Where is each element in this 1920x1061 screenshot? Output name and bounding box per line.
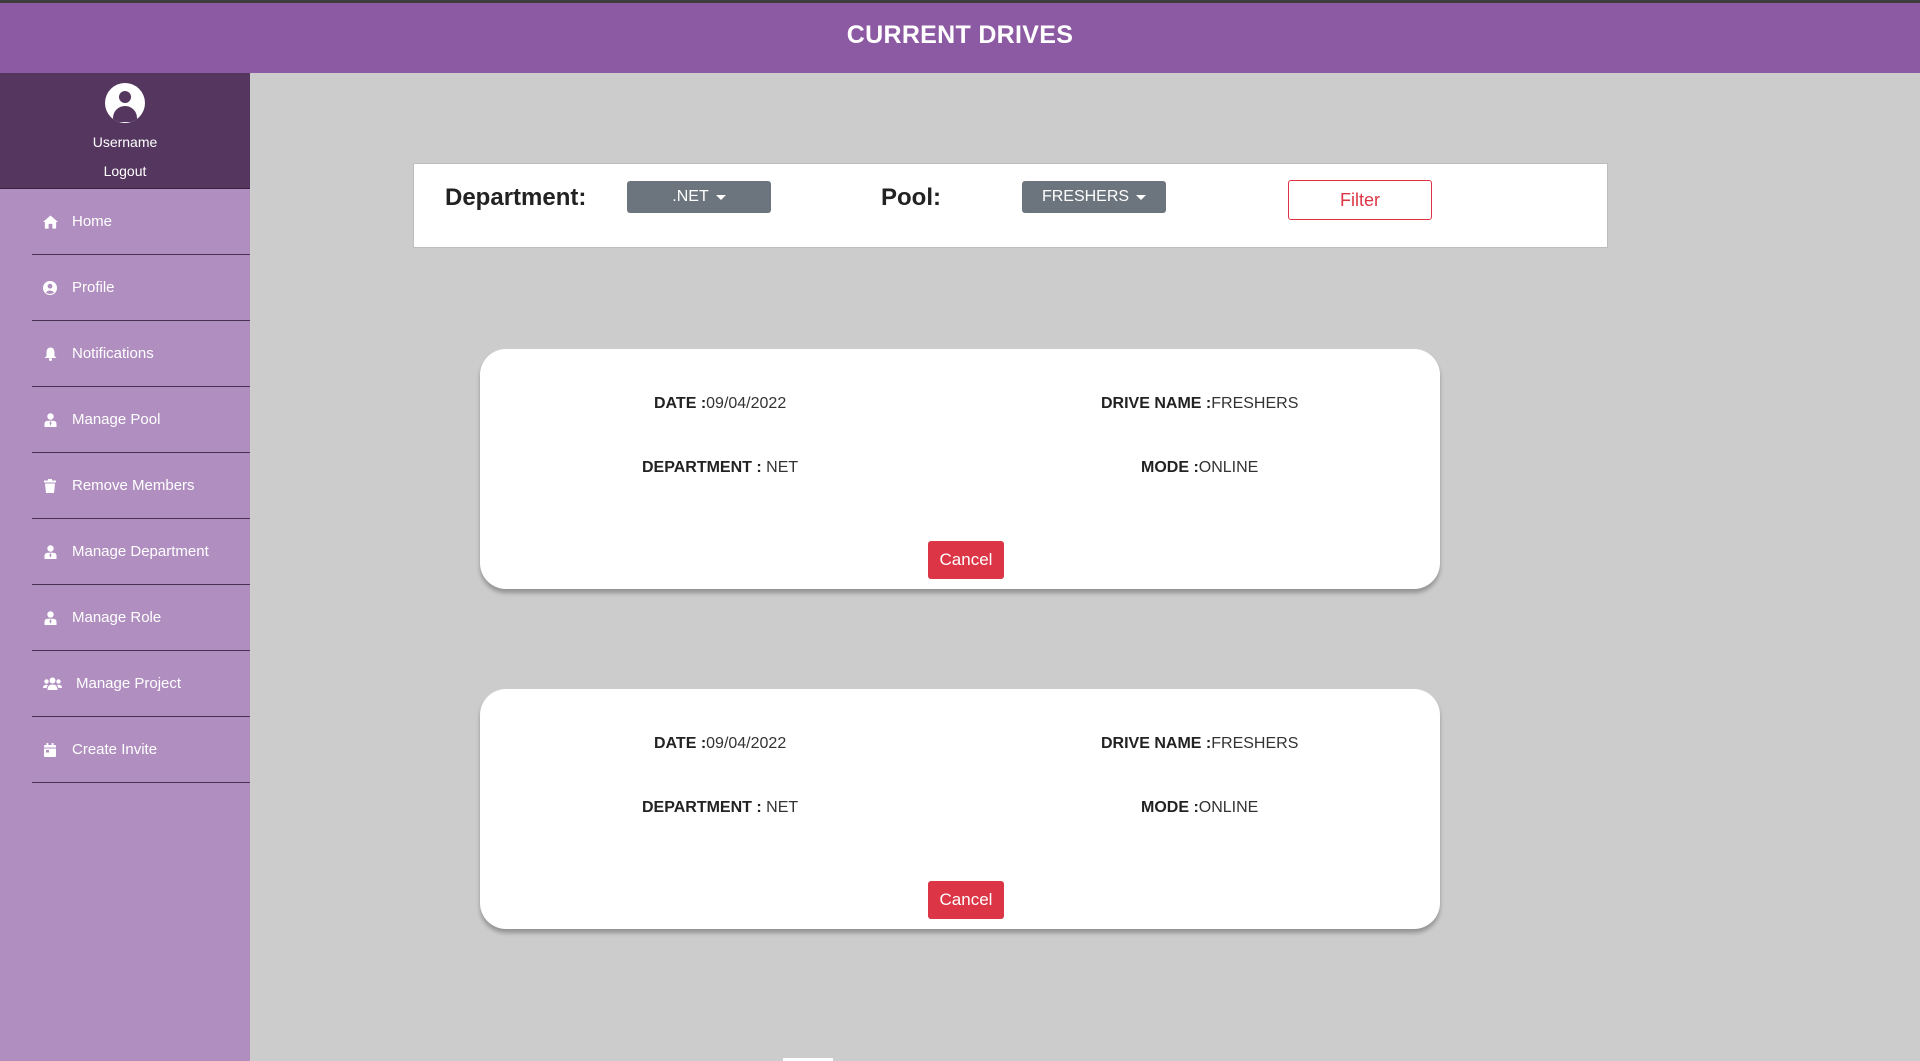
caret-down-icon [715, 195, 726, 200]
drive-date: DATE :09/04/2022 [654, 735, 786, 753]
sidebar-item-label: Create Invite [72, 741, 158, 758]
user-panel: Username Logout [0, 73, 250, 189]
sidebar-item-label: Manage Pool [72, 411, 161, 428]
department-dropdown-value: .NET [672, 188, 709, 205]
department-value: NET [761, 459, 799, 476]
department-label: DEPARTMENT : [642, 799, 762, 816]
drive-mode: MODE :ONLINE [1141, 799, 1258, 817]
user-avatar-icon [105, 83, 145, 123]
drive-mode: MODE :ONLINE [1141, 459, 1258, 477]
sidebar-item-profile[interactable]: Profile [32, 255, 250, 321]
sidebar-item-manage-department[interactable]: Manage Department [32, 519, 250, 585]
drive-name-label: DRIVE NAME : [1101, 395, 1212, 412]
department-dropdown[interactable]: .NET [627, 181, 771, 213]
cancel-button[interactable]: Cancel [928, 881, 1004, 919]
drive-name: DRIVE NAME :FRESHERS [1101, 395, 1298, 413]
date-label: DATE : [654, 735, 707, 752]
sidebar-item-label: Home [72, 213, 113, 230]
calendar-icon [42, 742, 58, 758]
sidebar-item-notifications[interactable]: Notifications [32, 321, 250, 387]
sidebar-item-manage-pool[interactable]: Manage Pool [32, 387, 250, 453]
sidebar: Username Logout Home Profile Notificatio… [0, 73, 250, 1061]
logout-link[interactable]: Logout [104, 163, 147, 179]
sidebar-item-label: Manage Project [76, 675, 182, 692]
department-value: NET [761, 799, 799, 816]
date-value: 09/04/2022 [706, 735, 787, 752]
drive-name-value: FRESHERS [1211, 735, 1299, 752]
filter-bar: Department: .NET Pool: FRESHERS Filter [413, 163, 1608, 248]
sidebar-item-remove-members[interactable]: Remove Members [32, 453, 250, 519]
drive-date: DATE :09/04/2022 [654, 395, 786, 413]
drive-name-label: DRIVE NAME : [1101, 735, 1212, 752]
users-icon [42, 676, 62, 692]
top-header: CURRENT DRIVES [0, 0, 1920, 73]
pool-label: Pool: [881, 184, 941, 211]
drive-card: DATE :09/04/2022 DRIVE NAME :FRESHERS DE… [480, 349, 1440, 589]
sidebar-item-label: Notifications [72, 345, 154, 362]
sidebar-nav: Home Profile Notifications Manage Pool R… [0, 189, 250, 783]
user-tie-icon [42, 544, 58, 560]
department-label: Department: [445, 184, 587, 211]
drive-department: DEPARTMENT : NET [642, 799, 798, 817]
date-value: 09/04/2022 [706, 395, 787, 412]
sidebar-item-label: Manage Department [72, 543, 209, 560]
sidebar-item-label: Profile [72, 279, 115, 296]
page-title: CURRENT DRIVES [846, 21, 1074, 49]
date-label: DATE : [654, 395, 707, 412]
mode-label: MODE : [1141, 459, 1199, 476]
user-tie-icon [42, 412, 58, 428]
drive-card: DATE :09/04/2022 DRIVE NAME :FRESHERS DE… [480, 689, 1440, 929]
sidebar-item-create-invite[interactable]: Create Invite [32, 717, 250, 783]
filter-button[interactable]: Filter [1288, 180, 1432, 220]
mode-label: MODE : [1141, 799, 1199, 816]
cancel-button[interactable]: Cancel [928, 541, 1004, 579]
drive-name-value: FRESHERS [1211, 395, 1299, 412]
username: Username [92, 134, 158, 150]
pool-dropdown-value: FRESHERS [1041, 188, 1130, 205]
user-tie-icon [42, 610, 58, 626]
sidebar-item-label: Remove Members [72, 477, 195, 494]
sidebar-item-label: Manage Role [72, 609, 162, 626]
pool-dropdown[interactable]: FRESHERS [1022, 181, 1166, 213]
caret-down-icon [1136, 195, 1147, 200]
drive-department: DEPARTMENT : NET [642, 459, 798, 477]
mode-value: ONLINE [1198, 799, 1259, 816]
sidebar-item-manage-role[interactable]: Manage Role [32, 585, 250, 651]
trash-icon [42, 478, 58, 494]
sidebar-item-home[interactable]: Home [32, 189, 250, 255]
drive-name: DRIVE NAME :FRESHERS [1101, 735, 1298, 753]
user-circle-icon [42, 280, 58, 296]
sidebar-item-manage-project[interactable]: Manage Project [32, 651, 250, 717]
mode-value: ONLINE [1198, 459, 1259, 476]
bell-icon [42, 346, 58, 362]
department-label: DEPARTMENT : [642, 459, 762, 476]
home-icon [42, 214, 58, 230]
